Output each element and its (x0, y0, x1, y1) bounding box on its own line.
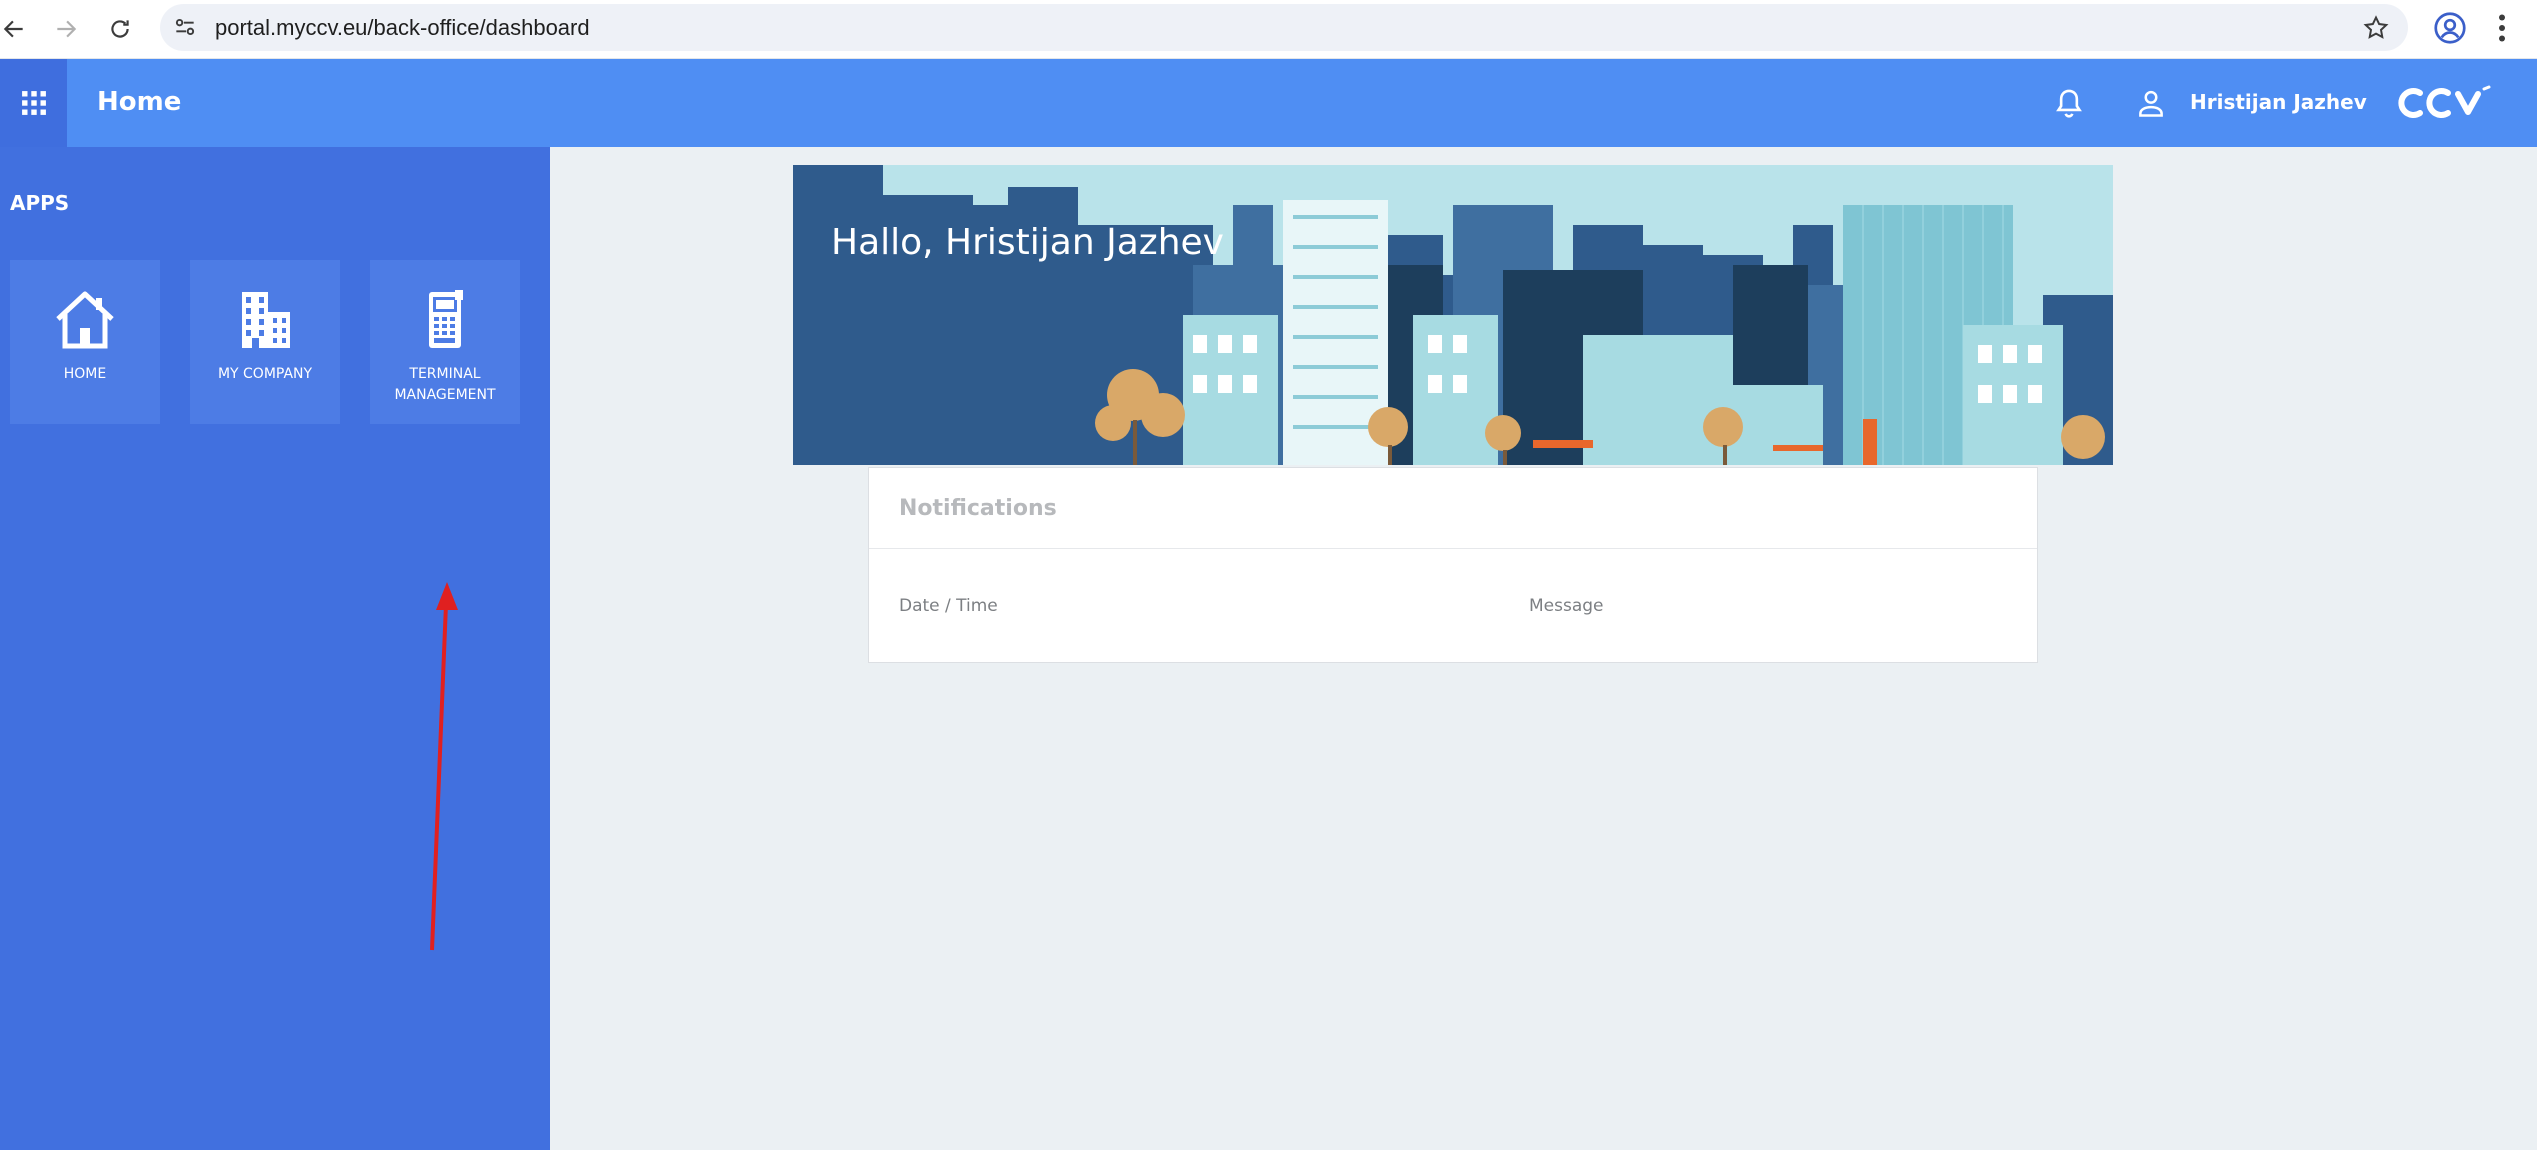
apps-sidebar: APPS HOME MY COMPANY TERMINAL MANAGEMENT (0, 147, 550, 1150)
page-title: Home (97, 87, 182, 117)
browser-profile-icon[interactable] (2432, 10, 2468, 46)
reload-icon (111, 20, 129, 38)
url-text[interactable]: portal.myccv.eu/back-office/dashboard (215, 15, 590, 41)
back-button[interactable] (0, 9, 34, 49)
welcome-banner: Hallo, Hristijan Jazhev (793, 165, 2113, 465)
browser-menu-icon[interactable] (2490, 10, 2514, 46)
app-tile-label: TERMINAL MANAGEMENT (394, 366, 496, 403)
app-tile-home[interactable]: HOME (10, 260, 160, 424)
app-tile-label: MY COMPANY (217, 366, 313, 382)
notification-bell-icon[interactable] (2053, 87, 2085, 121)
arrow-left-icon (3, 20, 23, 38)
app-tile-my-company[interactable]: MY COMPANY (190, 260, 340, 424)
building-icon (242, 292, 290, 348)
city-skyline-illustration (793, 165, 2113, 465)
greeting-text: Hallo, Hristijan Jazhev (831, 222, 1224, 263)
arrow-right-icon (57, 20, 77, 38)
ccv-logo[interactable] (2398, 83, 2494, 123)
grid-icon (21, 91, 46, 115)
address-bar[interactable]: portal.myccv.eu/back-office/dashboard (160, 4, 2408, 51)
column-header-message[interactable]: Message (1529, 596, 1604, 616)
user-icon[interactable] (2136, 88, 2166, 118)
site-settings-icon[interactable] (172, 14, 198, 40)
payment-terminal-icon (429, 290, 463, 348)
bookmark-star-icon[interactable] (2362, 14, 2390, 42)
browser-toolbar: portal.myccv.eu/back-office/dashboard (0, 0, 2537, 59)
red-annotation-arrow (430, 582, 458, 951)
notifications-title: Notifications (899, 496, 1057, 521)
app-header: Home Hristijan Jazhev (0, 59, 2537, 147)
app-tile-label: HOME (63, 366, 107, 382)
notifications-panel: Notifications Date / Time Message (868, 467, 2038, 663)
column-header-date-time[interactable]: Date / Time (899, 596, 998, 616)
divider (869, 548, 2037, 549)
app-tile-terminal-management[interactable]: TERMINAL MANAGEMENT (370, 260, 520, 424)
apps-heading: APPS (10, 191, 70, 215)
forward-button[interactable] (46, 9, 86, 49)
reload-button[interactable] (100, 9, 140, 49)
user-name[interactable]: Hristijan Jazhev (2190, 90, 2367, 114)
app-launcher-button[interactable] (0, 59, 67, 147)
home-icon (56, 291, 114, 349)
